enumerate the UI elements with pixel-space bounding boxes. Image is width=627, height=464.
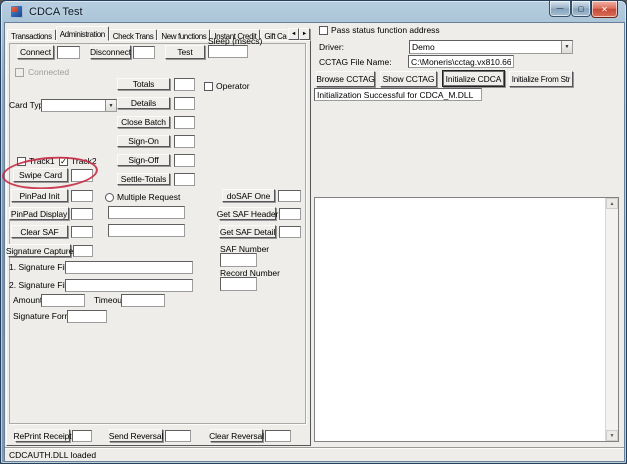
status-bar-text: CDCAUTH.DLL loaded [9, 450, 96, 460]
record-number-field[interactable] [220, 277, 257, 291]
browse-cctag-button[interactable]: Browse CCTAG [316, 71, 375, 87]
amount-label: Amount: [13, 296, 45, 305]
app-icon [10, 5, 23, 18]
tab-scroll-right-icon: ► [302, 31, 307, 37]
reprint-receipt-field[interactable] [72, 430, 92, 442]
signature-file-1-field[interactable] [65, 261, 193, 274]
get-saf-header-button[interactable]: Get SAF Header [219, 207, 276, 220]
close-icon: ✕ [601, 5, 608, 14]
signature-file-2-field[interactable] [65, 279, 193, 292]
scroll-up-icon[interactable]: ▲ [606, 198, 618, 209]
close-batch-button[interactable]: Close Batch [117, 116, 170, 128]
dosaf-one-button[interactable]: doSAF One [222, 189, 275, 202]
chevron-down-icon[interactable]: ▼ [105, 100, 116, 111]
initialize-cdca-button[interactable]: Initialize CDCA [442, 70, 505, 87]
connect-button[interactable]: Connect [17, 45, 54, 59]
clear-reversal-field[interactable] [265, 430, 291, 442]
driver-select[interactable]: Demo ▼ [409, 40, 573, 54]
signature-file-1-label: 1. Signature File: [9, 263, 73, 272]
sign-off-field[interactable] [174, 154, 195, 167]
saf-number-field[interactable] [220, 253, 257, 267]
get-saf-header-field[interactable] [279, 208, 301, 220]
init-status-field[interactable] [314, 88, 482, 101]
connected-label: Connected [28, 68, 69, 77]
chevron-down-icon[interactable]: ▼ [561, 41, 572, 53]
settle-totals-field[interactable] [174, 173, 195, 186]
pass-status-label: Pass status function address [331, 26, 440, 35]
send-reversal-button[interactable]: Send Reversal [109, 429, 163, 442]
totals-field[interactable] [174, 78, 195, 91]
sign-on-button[interactable]: Sign-On [117, 135, 170, 147]
output-scrollbar[interactable]: ▲ ▼ [605, 198, 618, 441]
signature-format-field[interactable] [67, 310, 107, 323]
sleep-field[interactable] [208, 45, 248, 58]
settle-totals-button[interactable]: Settle-Totals [117, 173, 170, 185]
operator-label: Operator [216, 82, 250, 91]
driver-selected-value: Demo [412, 42, 435, 52]
amount-field[interactable] [41, 294, 85, 307]
totals-button[interactable]: Totals [117, 78, 170, 90]
pinpad-display-button[interactable]: PinPad Display [9, 207, 69, 220]
tab-scroll-right-button[interactable]: ► [299, 28, 310, 40]
clear-reversal-button[interactable]: Clear Reversal [210, 429, 263, 442]
status-bar: CDCAUTH.DLL loaded [5, 447, 624, 461]
pinpad-init-button[interactable]: PinPad Init [11, 189, 68, 202]
sign-on-field[interactable] [174, 135, 195, 148]
details-button[interactable]: Details [117, 97, 170, 109]
close-button[interactable]: ✕ [591, 1, 618, 18]
dosaf-one-field[interactable] [278, 190, 301, 202]
signature-file-2-label: 2. Signature File: [9, 281, 73, 290]
app-window: CDCA Test — ▢ ✕ Transactions Administrat… [0, 0, 627, 464]
connect-field[interactable] [57, 46, 80, 59]
maximize-button[interactable]: ▢ [571, 1, 591, 17]
card-type-select[interactable]: ▼ [41, 99, 117, 112]
initialize-from-str-button[interactable]: Initialize From Str [509, 71, 573, 87]
clear-saf-field[interactable] [71, 226, 93, 238]
check-icon: ✓ [60, 157, 67, 166]
swipe-card-button[interactable]: Swipe Card [13, 168, 68, 182]
close-batch-field[interactable] [174, 116, 195, 129]
maximize-icon: ▢ [578, 5, 585, 13]
track1-label: Track1 [29, 157, 55, 166]
multiple-request-label: Multiple Request [117, 193, 180, 202]
get-saf-detail-button[interactable]: Get SAF Detail [219, 225, 276, 238]
driver-label: Driver: [319, 43, 344, 52]
sign-off-button[interactable]: Sign-Off [117, 154, 170, 166]
swipe-card-field[interactable] [71, 169, 93, 182]
pass-status-checkbox[interactable] [319, 26, 328, 35]
minimize-button[interactable]: — [549, 1, 571, 17]
get-saf-detail-field[interactable] [279, 226, 301, 238]
track1-checkbox[interactable] [17, 157, 26, 166]
clear-saf-button[interactable]: Clear SAF [11, 225, 68, 238]
show-cctag-button[interactable]: Show CCTAG [380, 71, 437, 87]
operator-checkbox[interactable] [204, 82, 213, 91]
details-field[interactable] [174, 97, 195, 110]
multiple-request-radio[interactable] [105, 193, 114, 202]
multiple-request-field-1[interactable] [108, 206, 185, 219]
disconnect-field[interactable] [133, 46, 155, 59]
multiple-request-field-2[interactable] [108, 224, 185, 237]
cctag-file-name-label: CCTAG File Name: [319, 58, 392, 67]
track2-checkbox[interactable]: ✓ [59, 157, 68, 166]
scroll-down-icon[interactable]: ▼ [606, 430, 618, 441]
pinpad-init-field[interactable] [71, 190, 93, 202]
disconnect-button[interactable]: Disconnect [90, 45, 131, 59]
minimize-icon: — [557, 5, 564, 12]
output-textarea[interactable]: ▲ ▼ [314, 197, 619, 442]
cctag-file-name-field[interactable] [408, 55, 514, 68]
titlebar[interactable]: CDCA Test [1, 1, 626, 22]
tab-scroll-left-icon: ◄ [291, 31, 296, 37]
signature-capture-field[interactable] [73, 245, 93, 257]
track2-label: Track2 [71, 157, 97, 166]
tab-administration[interactable]: Administration [56, 26, 109, 41]
test-button[interactable]: Test [165, 45, 205, 59]
send-reversal-field[interactable] [165, 430, 191, 442]
connected-checkbox[interactable] [15, 68, 24, 77]
window-title: CDCA Test [29, 6, 83, 18]
pinpad-display-field[interactable] [71, 208, 93, 220]
signature-capture-button[interactable]: Signature Capture [8, 244, 71, 257]
timeout-field[interactable] [121, 294, 165, 307]
reprint-receipt-button[interactable]: RePrint Receipt [15, 429, 70, 442]
tab-scroll-left-button[interactable]: ◄ [288, 28, 299, 40]
